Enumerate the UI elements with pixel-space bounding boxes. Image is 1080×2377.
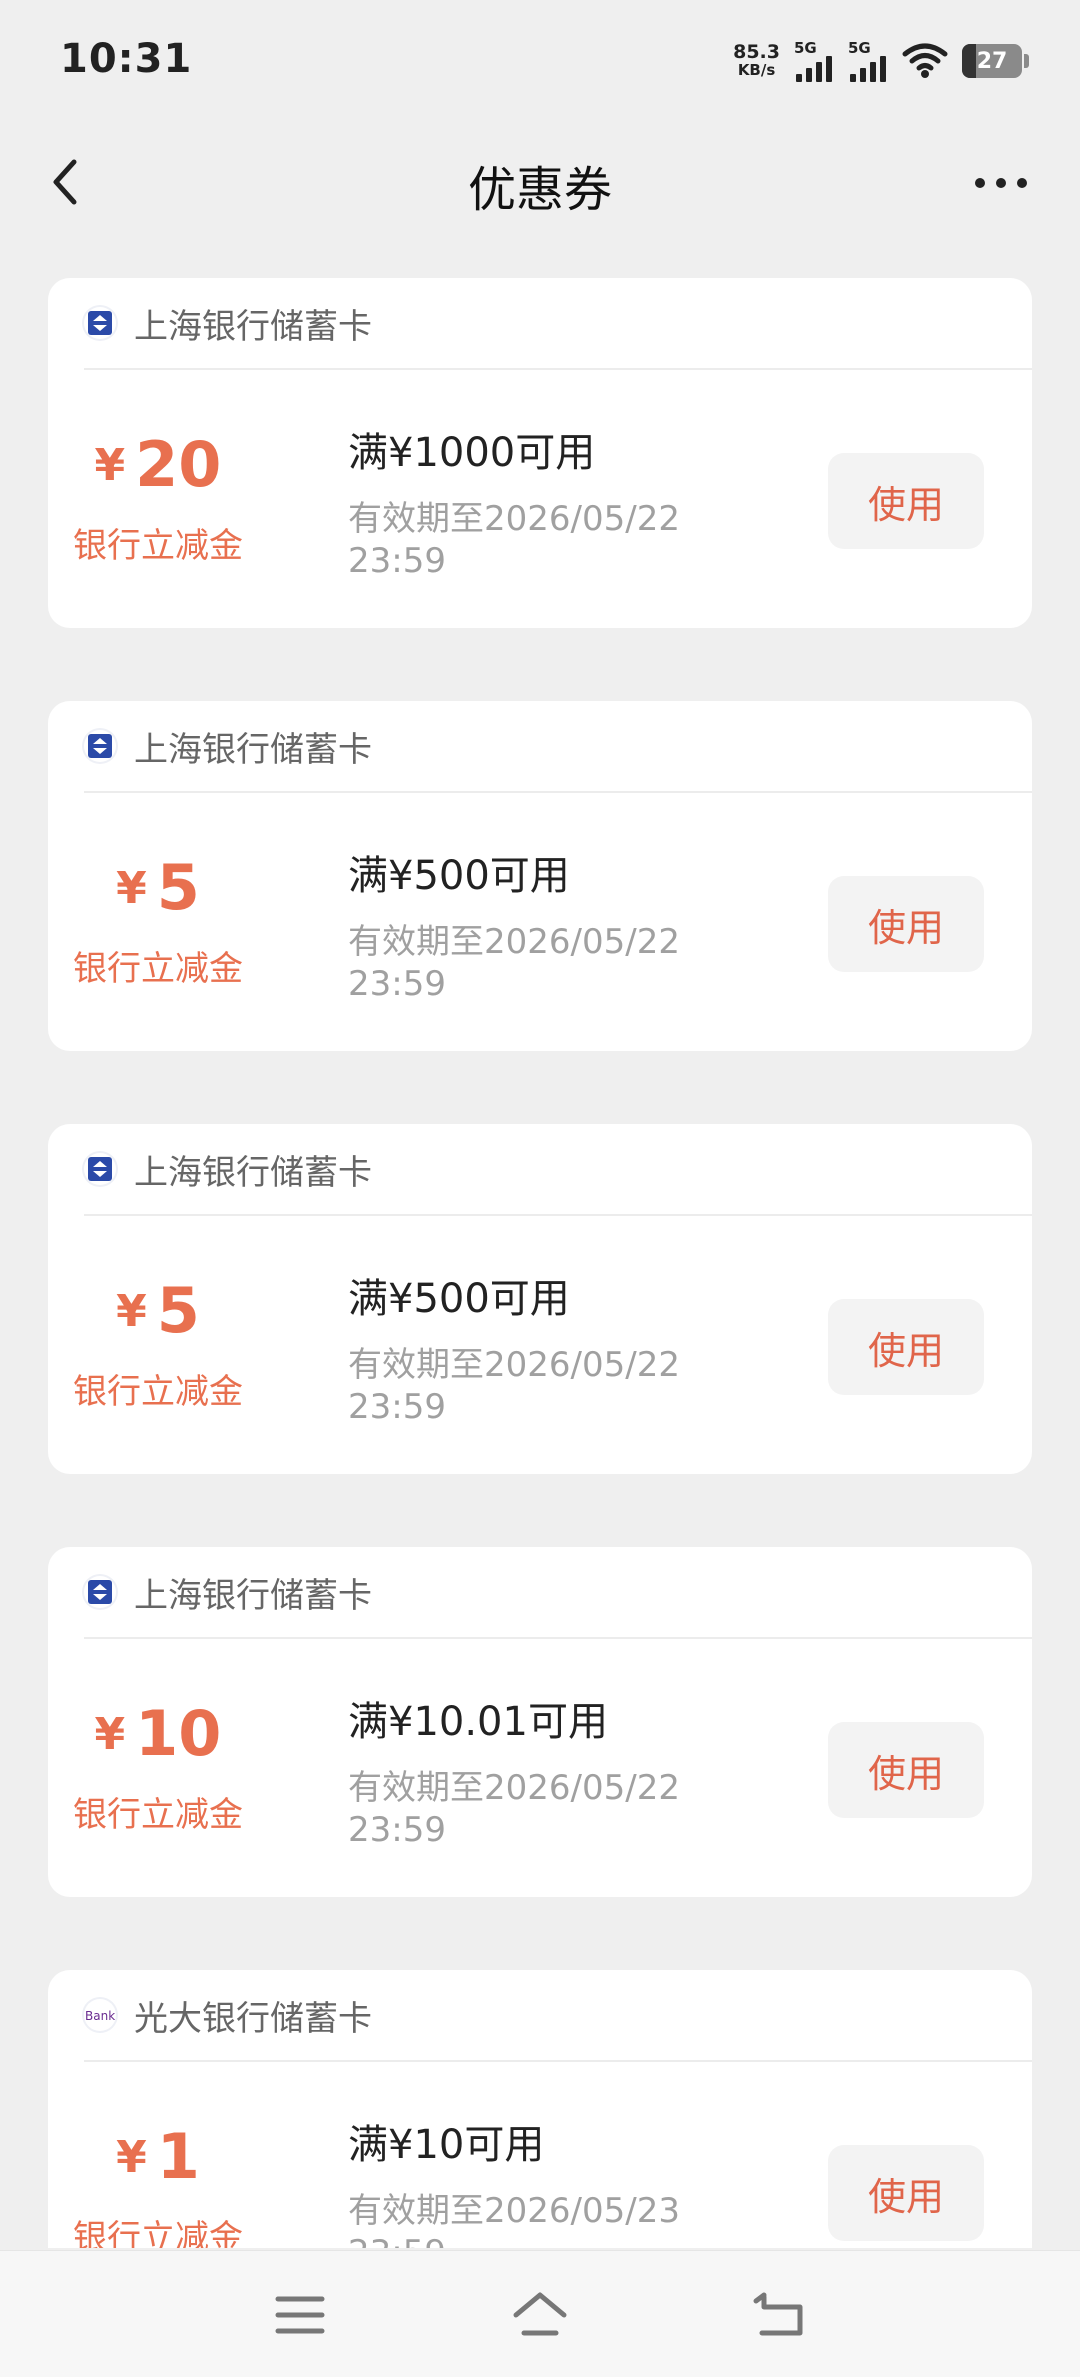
coupon-expiry: 有效期至2026/05/22 23:59	[348, 1345, 680, 1427]
coupon-list[interactable]: 上海银行储蓄卡 ¥20 银行立减金 满¥1000可用 有效期至2026/05/2…	[48, 278, 1032, 2248]
currency-symbol: ¥	[116, 1286, 147, 1337]
coupon-card: 上海银行储蓄卡 ¥10 银行立减金 满¥10.01可用 有效期至2026/05/…	[48, 1547, 1032, 1897]
coupon-card-header: Bank 光大银行储蓄卡	[84, 1970, 1032, 2062]
coupon-type-label: 银行立减金	[73, 949, 243, 989]
battery-level: 27	[976, 48, 1008, 74]
ceb-logo-text: Bank	[85, 2009, 115, 2023]
currency-symbol: ¥	[116, 863, 147, 914]
amount-value: 5	[156, 1274, 200, 1347]
network-speed-value: 85.3	[733, 41, 780, 63]
status-bar: 10:31 85.3 KB/s 5G 5G 27	[0, 0, 1080, 120]
home-icon[interactable]	[510, 2285, 570, 2345]
shanghai-bank-logo-icon	[84, 1576, 116, 1608]
coupon-amount: ¥10	[68, 1697, 248, 1770]
coupon-amount: ¥1	[68, 2120, 248, 2193]
coupon-expiry: 有效期至2026/05/22 23:59	[348, 1768, 680, 1850]
currency-symbol: ¥	[94, 1709, 126, 1760]
coupon-expiry: 有效期至2026/05/22 23:59	[348, 922, 680, 1004]
menu-icon[interactable]	[270, 2285, 330, 2345]
signal-bars-icon	[796, 55, 832, 82]
signal-label: 5G	[848, 38, 871, 57]
coupon-expiry: 有效期至2026/05/22 23:59	[348, 499, 680, 581]
coupon-card: 上海银行储蓄卡 ¥5 银行立减金 满¥500可用 有效期至2026/05/22 …	[48, 701, 1032, 1051]
shanghai-bank-logo-icon	[84, 1153, 116, 1185]
return-icon[interactable]	[750, 2285, 810, 2345]
coupon-type-label: 银行立减金	[73, 2218, 243, 2248]
signal-5g-1: 5G	[794, 38, 834, 82]
coupon-card-header: 上海银行储蓄卡	[84, 1124, 1032, 1216]
network-speed: 85.3 KB/s	[733, 41, 780, 80]
coupon-condition: 满¥1000可用	[348, 430, 596, 476]
shanghai-bank-logo-icon	[84, 730, 116, 762]
shanghai-bank-logo-icon	[84, 307, 116, 339]
nav-bar: 优惠券	[0, 130, 1080, 230]
coupon-expiry: 有效期至2026/05/23 23:59	[348, 2191, 680, 2248]
battery-icon: 27	[962, 44, 1029, 78]
page-title: 优惠券	[467, 162, 612, 218]
coupon-card-header: 上海银行储蓄卡	[84, 701, 1032, 793]
ceb-bank-logo-icon: Bank	[84, 1999, 116, 2031]
coupon-type-label: 银行立减金	[73, 1795, 243, 1835]
coupon-amount: ¥20	[68, 428, 248, 501]
coupon-card: Bank 光大银行储蓄卡 ¥1 银行立减金 满¥10可用 有效期至2026/05…	[48, 1970, 1032, 2248]
currency-symbol: ¥	[116, 2132, 147, 2183]
use-button[interactable]: 使用	[828, 2145, 984, 2241]
bank-name: 光大银行储蓄卡	[134, 1998, 372, 2039]
currency-symbol: ¥	[94, 440, 126, 491]
coupon-type-label: 银行立减金	[73, 526, 243, 566]
wifi-icon	[902, 43, 948, 78]
status-time: 10:31	[60, 36, 193, 82]
more-options-icon[interactable]	[966, 158, 1036, 208]
status-icons: 85.3 KB/s 5G 5G 27	[733, 38, 1029, 84]
use-button[interactable]: 使用	[828, 1299, 984, 1395]
coupon-type-label: 银行立减金	[73, 1372, 243, 1412]
bank-name: 上海银行储蓄卡	[134, 1575, 372, 1616]
coupon-amount: ¥5	[68, 851, 248, 924]
amount-value: 10	[135, 1697, 222, 1770]
bank-name: 上海银行储蓄卡	[134, 1152, 372, 1193]
coupon-card: 上海银行储蓄卡 ¥20 银行立减金 满¥1000可用 有效期至2026/05/2…	[48, 278, 1032, 628]
network-speed-unit: KB/s	[737, 61, 776, 79]
amount-value: 20	[135, 428, 222, 501]
coupon-card-header: 上海银行储蓄卡	[84, 1547, 1032, 1639]
system-nav-bar	[0, 2250, 1080, 2377]
use-button[interactable]: 使用	[828, 876, 984, 972]
coupon-amount: ¥5	[68, 1274, 248, 1347]
amount-value: 5	[156, 851, 200, 924]
coupon-condition: 满¥10可用	[348, 2122, 545, 2168]
coupon-condition: 满¥500可用	[348, 853, 570, 899]
coupon-condition: 满¥10.01可用	[348, 1699, 608, 1745]
bank-name: 上海银行储蓄卡	[134, 306, 372, 347]
coupon-card-header: 上海银行储蓄卡	[84, 278, 1032, 370]
signal-bars-icon	[850, 55, 886, 82]
use-button[interactable]: 使用	[828, 1722, 984, 1818]
amount-value: 1	[156, 2120, 200, 2193]
bank-name: 上海银行储蓄卡	[134, 729, 372, 770]
coupon-card: 上海银行储蓄卡 ¥5 银行立减金 满¥500可用 有效期至2026/05/22 …	[48, 1124, 1032, 1474]
use-button[interactable]: 使用	[828, 453, 984, 549]
signal-5g-2: 5G	[848, 38, 888, 82]
coupon-condition: 满¥500可用	[348, 1276, 570, 1322]
signal-label: 5G	[794, 38, 817, 57]
